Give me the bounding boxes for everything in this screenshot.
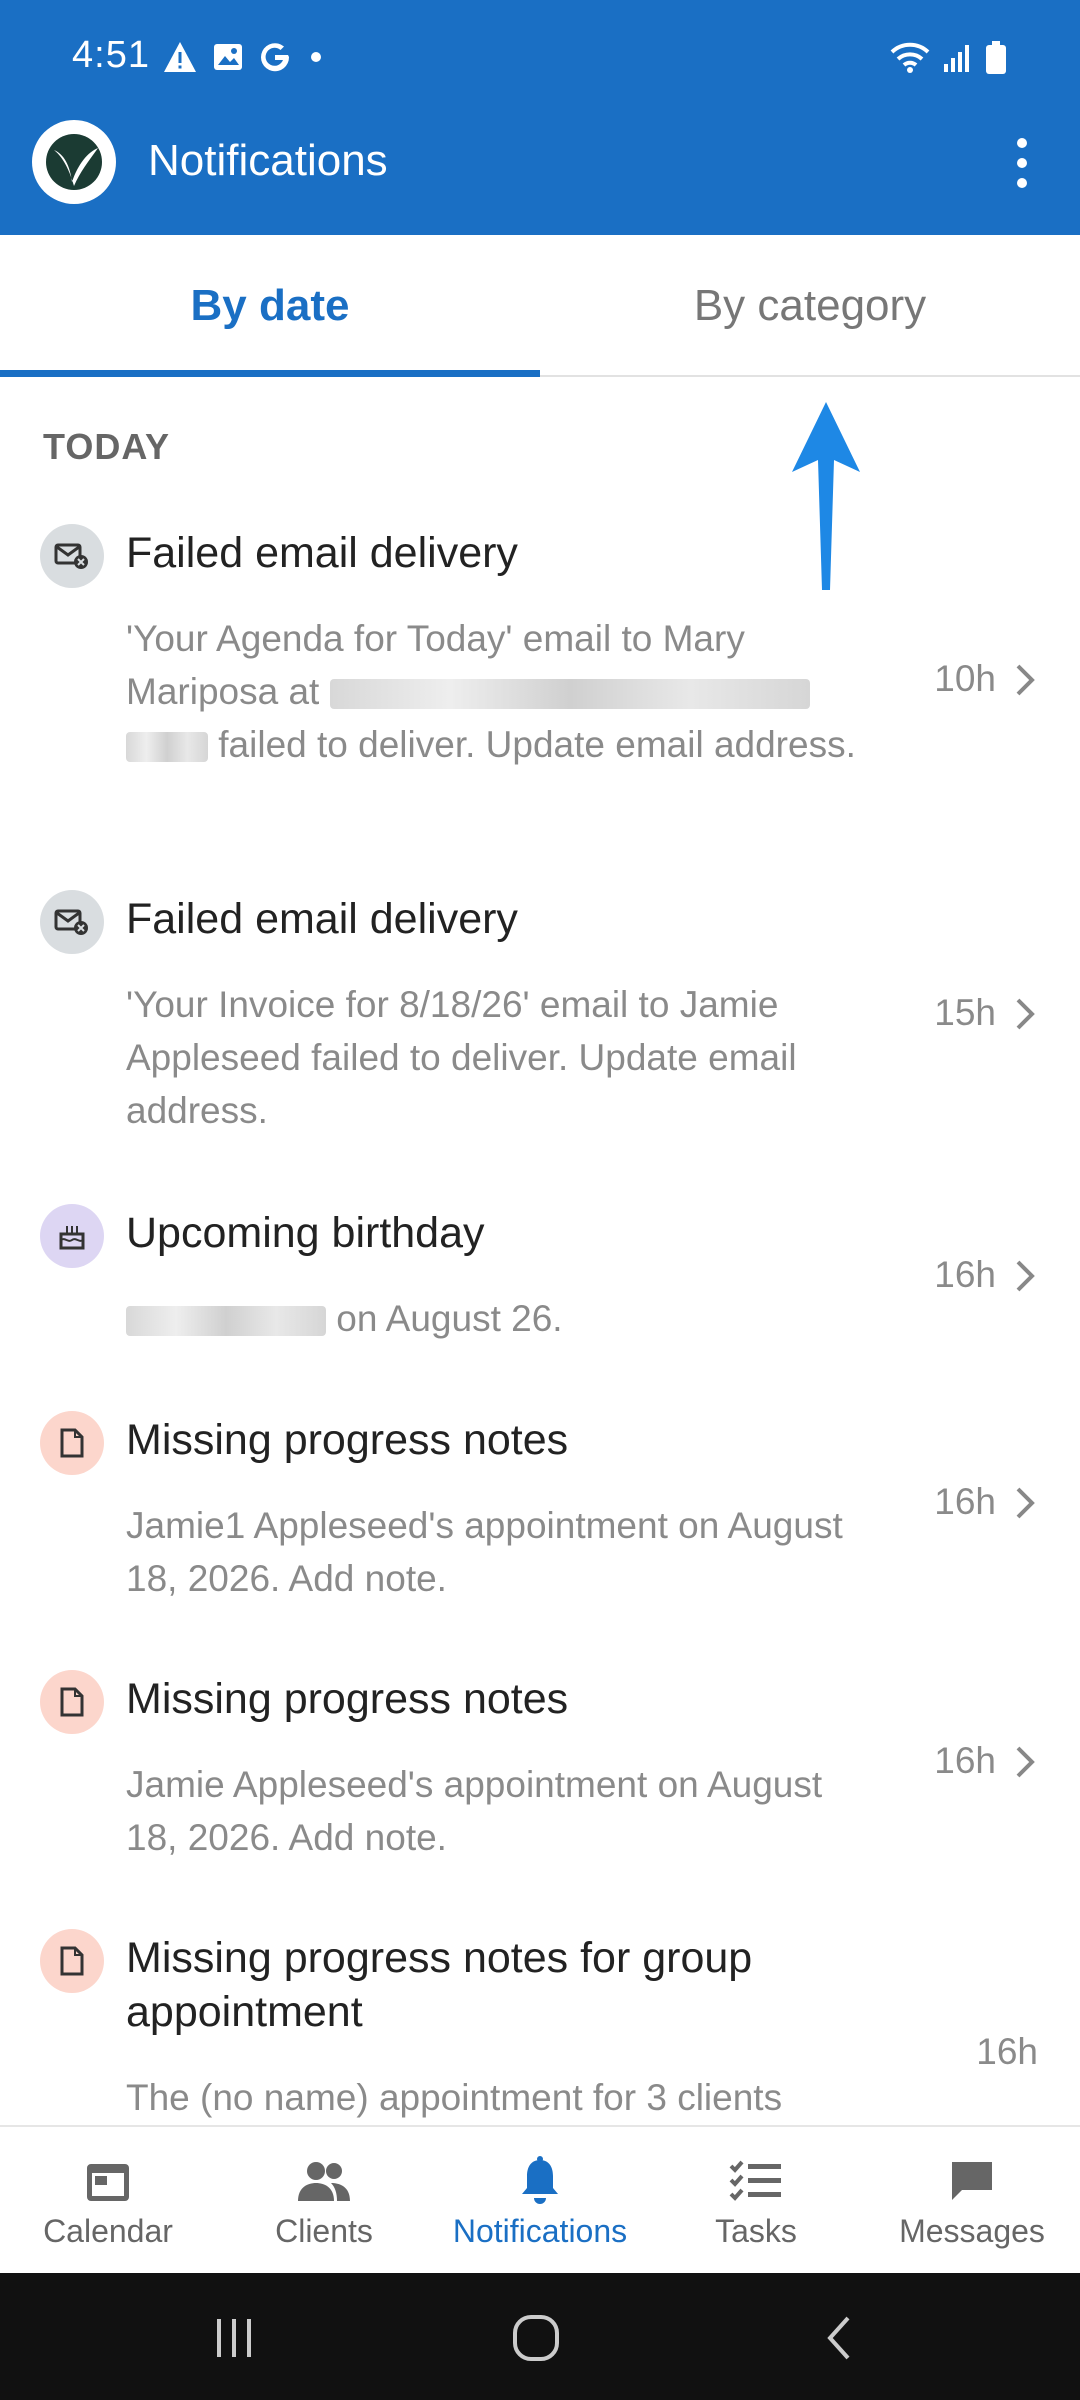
system-navigation-bar — [0, 2273, 1080, 2400]
notification-item[interactable]: Missing progress notes Jamie Appleseed's… — [0, 1666, 1080, 1866]
signal-icon — [942, 42, 972, 79]
dot-icon — [306, 47, 326, 72]
back-icon[interactable] — [800, 2303, 880, 2373]
nav-tasks[interactable]: Tasks — [648, 2127, 864, 2275]
section-header-today: TODAY — [43, 426, 171, 467]
page-title: Notifications — [148, 136, 388, 185]
clients-icon — [295, 2155, 353, 2207]
notification-title: Missing progress notes — [126, 1675, 569, 1723]
nav-label: Notifications — [452, 2213, 628, 2249]
recent-apps-icon[interactable] — [194, 2303, 274, 2373]
bottom-navigation: Calendar Clients Notifications Tasks Mes… — [0, 2125, 1080, 2273]
tasks-icon — [729, 2155, 783, 2207]
notification-item[interactable]: Failed email delivery 'Your Invoice for … — [0, 886, 1080, 1146]
nav-label: Messages — [899, 2213, 1045, 2249]
nav-notifications[interactable]: Notifications — [432, 2127, 648, 2275]
notification-body-text: failed to deliver. Update email address. — [218, 724, 856, 765]
wifi-icon — [890, 42, 930, 79]
nav-label: Tasks — [715, 2213, 797, 2249]
chevron-right-icon — [1016, 1487, 1035, 1519]
chevron-right-icon — [1016, 1260, 1035, 1292]
image-icon — [212, 41, 244, 78]
chevron-right-icon — [1016, 998, 1035, 1030]
failed-email-icon — [40, 890, 104, 954]
document-icon — [40, 1411, 104, 1475]
notification-body-text: on August 26. — [336, 1298, 563, 1339]
notification-time: 15h — [934, 992, 996, 1033]
notification-body: Jamie Appleseed's appointment on August … — [126, 1764, 823, 1858]
notification-body: 'Your Agenda for Today' email to Mary Ma… — [126, 612, 866, 771]
notification-time: 16h — [934, 1481, 996, 1522]
notification-title: Failed email delivery — [126, 895, 518, 943]
status-bar: 4:51 — [0, 0, 1080, 120]
warning-icon — [162, 40, 198, 79]
redacted-name — [126, 1306, 326, 1337]
nav-messages[interactable]: Messages — [864, 2127, 1080, 2275]
bell-icon — [518, 2155, 562, 2207]
message-icon — [948, 2155, 996, 2207]
notification-item[interactable]: Failed email delivery 'Your Agenda for T… — [0, 520, 1080, 840]
tab-by-date[interactable]: By date — [0, 235, 540, 377]
notification-time: 16h — [934, 1254, 996, 1295]
redacted-email — [126, 732, 208, 763]
document-icon — [40, 1670, 104, 1734]
notification-body: 'Your Invoice for 8/18/26' email to Jami… — [126, 984, 797, 1131]
notification-body: The (no name) appointment for 3 clients — [126, 2077, 783, 2118]
notification-time: 16h — [976, 2031, 1038, 2072]
battery-icon — [984, 40, 1008, 81]
notification-title: Missing progress notes for group appoint… — [126, 1934, 753, 2036]
notification-time: 10h — [934, 658, 996, 699]
status-time: 4:51 — [72, 34, 150, 76]
chevron-right-icon — [1016, 664, 1035, 696]
notification-body: Jamie1 Appleseed's appointment on August… — [126, 1505, 843, 1599]
document-icon — [40, 1929, 104, 1993]
tab-bar: By date By category — [0, 235, 1080, 377]
notification-item[interactable]: Missing progress notes for group appoint… — [0, 1925, 1080, 2125]
nav-label: Clients — [275, 2213, 373, 2249]
chevron-right-icon — [1016, 1746, 1035, 1778]
nav-calendar[interactable]: Calendar — [0, 2127, 216, 2275]
notification-title: Upcoming birthday — [126, 1209, 485, 1257]
notification-item[interactable]: Missing progress notes Jamie1 Appleseed'… — [0, 1407, 1080, 1607]
tab-by-category[interactable]: By category — [540, 235, 1080, 377]
nav-clients[interactable]: Clients — [216, 2127, 432, 2275]
redacted-email — [329, 679, 810, 710]
notification-item[interactable]: Upcoming birthday on August 26. 16h — [0, 1200, 1080, 1360]
top-bar: 4:51 Notifications — [0, 0, 1080, 235]
app-logo[interactable] — [32, 120, 116, 204]
failed-email-icon — [40, 524, 104, 588]
home-icon[interactable] — [496, 2303, 576, 2373]
notification-body: on August 26. — [126, 1292, 866, 1345]
more-options-icon[interactable] — [1004, 128, 1040, 198]
app-bar: Notifications — [0, 120, 1080, 235]
notification-title: Missing progress notes — [126, 1416, 569, 1464]
calendar-icon — [84, 2155, 132, 2207]
google-icon — [258, 40, 292, 79]
notification-title: Failed email delivery — [126, 529, 518, 577]
birthday-cake-icon — [40, 1204, 104, 1268]
active-tab-indicator — [0, 370, 540, 377]
notification-time: 16h — [934, 1740, 996, 1781]
nav-label: Calendar — [43, 2213, 173, 2249]
